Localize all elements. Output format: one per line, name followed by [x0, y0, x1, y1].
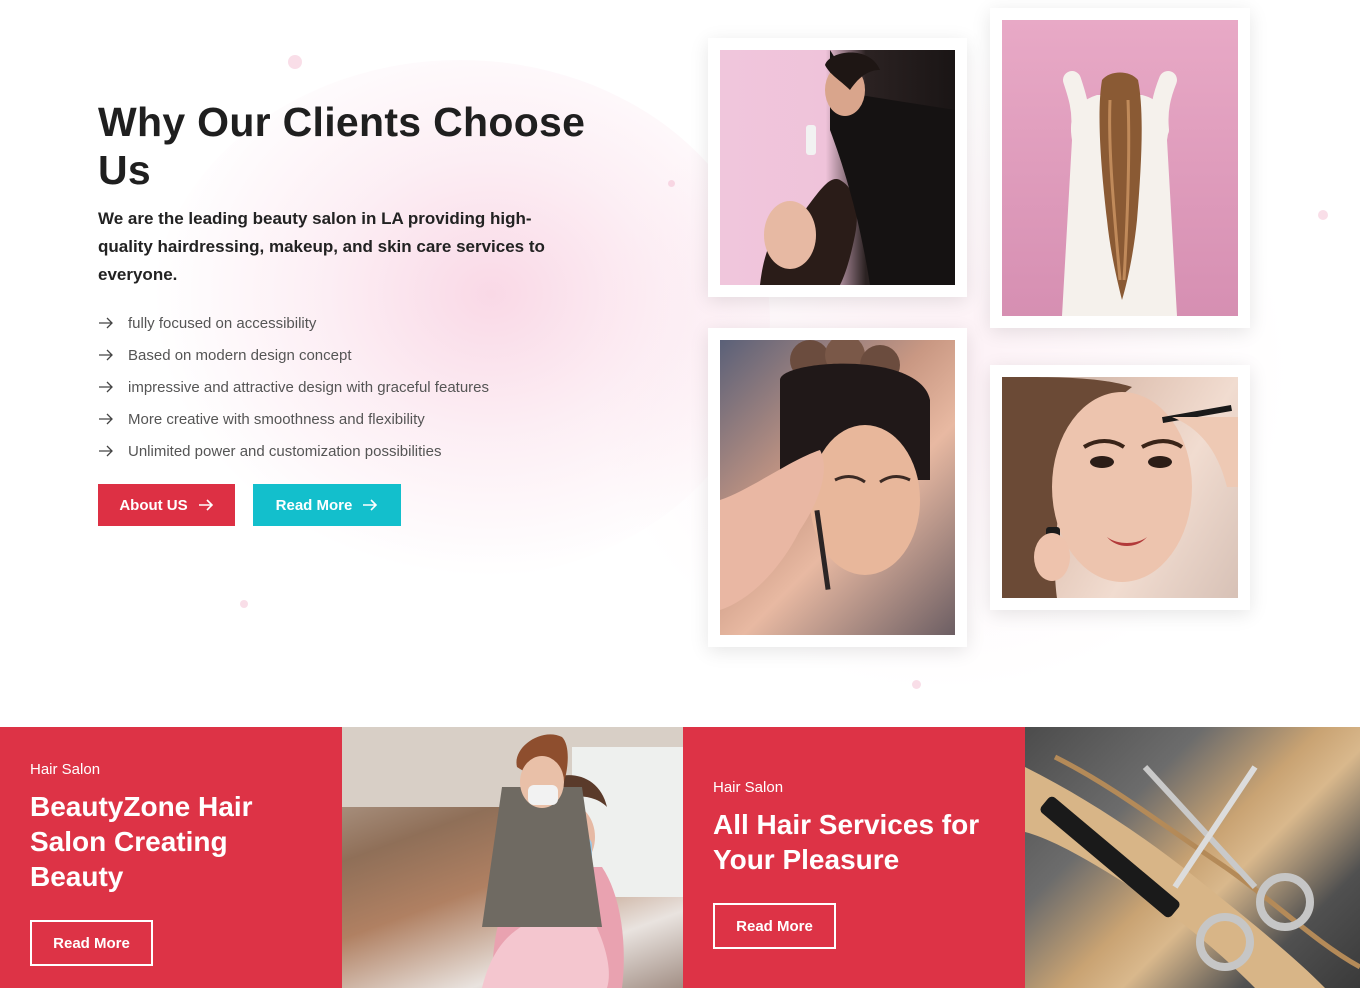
feature-text: impressive and attractive design with gr… [128, 378, 490, 396]
hairdresser-illustration [760, 50, 955, 285]
feature-item: Based on modern design concept [98, 339, 489, 371]
decor-dot [240, 600, 248, 608]
feature-item: More creative with smoothness and flexib… [98, 403, 489, 435]
tile-kicker: Hair Salon [30, 761, 101, 778]
feature-text: Based on modern design concept [128, 346, 352, 364]
arrow-right-icon [99, 413, 113, 425]
feature-text: More creative with smoothness and flexib… [128, 410, 425, 428]
eyeliner-illustration [1002, 377, 1238, 598]
photo-card-long-hair [990, 8, 1250, 328]
tile-read-more-button[interactable]: Read More [713, 903, 836, 949]
tile-read-more-button[interactable]: Read More [30, 920, 153, 966]
arrow-right-icon [99, 349, 113, 361]
makeup-artist-photo [720, 340, 955, 635]
feature-item: fully focused on accessibility [98, 307, 489, 339]
salon-illustration [342, 727, 683, 988]
service-tile-hair-services: Hair Salon All Hair Services for Your Pl… [683, 727, 1025, 988]
arrow-right-icon [99, 381, 113, 393]
scissors-comb-photo [1025, 727, 1360, 988]
photo-card-eyeliner [990, 365, 1250, 610]
feature-text: fully focused on accessibility [128, 314, 317, 332]
tile-title: All Hair Services for Your Pleasure [713, 809, 980, 875]
hairdresser-photo [720, 50, 955, 285]
decor-dot [1318, 210, 1328, 220]
arrow-right-icon [363, 499, 378, 511]
section-lead: We are the leading beauty salon in LA pr… [98, 209, 545, 284]
arrow-right-icon [99, 317, 113, 329]
feature-item: impressive and attractive design with gr… [98, 371, 489, 403]
about-us-button[interactable]: About US [98, 484, 235, 526]
decor-dot [288, 55, 302, 69]
photo-card-makeup-artist [708, 328, 967, 647]
section-title: Why Our Clients Choose Us [98, 99, 586, 193]
feature-text: Unlimited power and customization possib… [128, 442, 442, 460]
arrow-right-icon [99, 445, 113, 457]
tile-kicker: Hair Salon [713, 779, 784, 796]
read-more-label: Read More [275, 496, 353, 514]
arrow-right-icon [198, 499, 213, 511]
tile-title: BeautyZone Hair Salon Creating Beauty [30, 791, 253, 892]
feature-item: Unlimited power and customization possib… [98, 435, 489, 467]
read-more-button[interactable]: Read More [253, 484, 401, 526]
why-choose-us-section: Why Our Clients Choose Us We are the lea… [0, 0, 1360, 727]
eyeliner-photo [1002, 377, 1238, 598]
long-hair-photo [1002, 20, 1238, 316]
makeup-artist-illustration [720, 340, 930, 610]
service-tile-hair-salon: Hair Salon BeautyZone Hair Salon Creatin… [0, 727, 342, 988]
service-tiles: Hair Salon BeautyZone Hair Salon Creatin… [0, 727, 1360, 988]
photo-card-hairdresser [708, 38, 967, 297]
long-hair-illustration [1062, 71, 1177, 316]
decor-dot [668, 180, 675, 187]
about-us-label: About US [119, 496, 188, 514]
salon-photo [342, 727, 683, 988]
feature-list: fully focused on accessibility Based on … [98, 307, 489, 467]
scissors-comb-illustration [1025, 754, 1360, 988]
decor-dot [912, 680, 921, 689]
